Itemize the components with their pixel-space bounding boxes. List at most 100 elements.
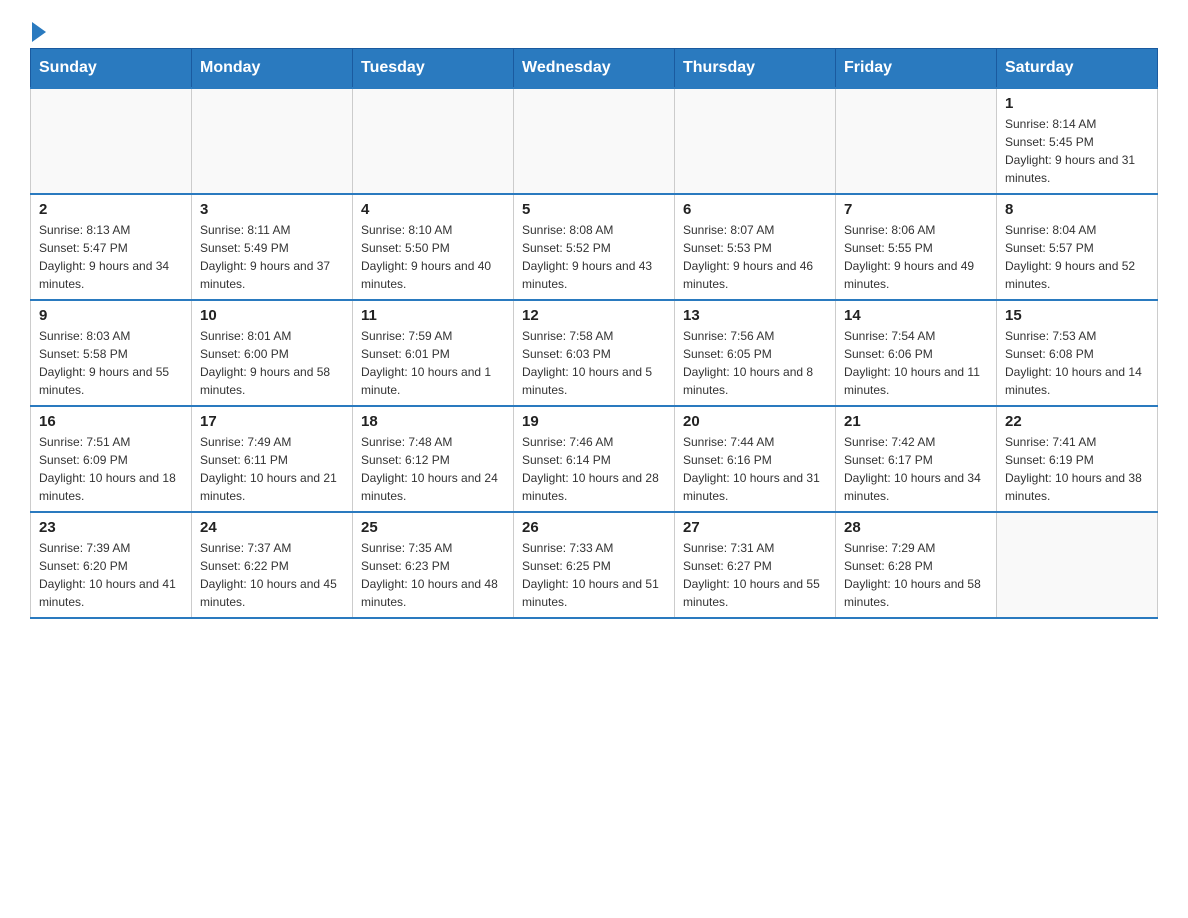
day-info: Sunrise: 7:33 AMSunset: 6:25 PMDaylight:…	[522, 539, 666, 611]
calendar-table: SundayMondayTuesdayWednesdayThursdayFrid…	[30, 48, 1158, 619]
day-info: Sunrise: 7:44 AMSunset: 6:16 PMDaylight:…	[683, 433, 827, 505]
calendar-cell: 12 Sunrise: 7:58 AMSunset: 6:03 PMDayligh…	[514, 300, 675, 406]
calendar-week-2: 9 Sunrise: 8:03 AMSunset: 5:58 PMDaylight…	[31, 300, 1158, 406]
calendar-cell: 23 Sunrise: 7:39 AMSunset: 6:20 PMDayligh…	[31, 512, 192, 618]
day-info: Sunrise: 7:35 AMSunset: 6:23 PMDaylight:…	[361, 539, 505, 611]
day-info: Sunrise: 7:48 AMSunset: 6:12 PMDaylight:…	[361, 433, 505, 505]
day-info: Sunrise: 8:06 AMSunset: 5:55 PMDaylight:…	[844, 221, 988, 293]
day-number: 3	[200, 201, 344, 218]
logo	[30, 20, 46, 38]
day-header-sunday: Sunday	[31, 49, 192, 89]
calendar-week-4: 23 Sunrise: 7:39 AMSunset: 6:20 PMDayligh…	[31, 512, 1158, 618]
day-header-saturday: Saturday	[997, 49, 1158, 89]
day-info: Sunrise: 7:41 AMSunset: 6:19 PMDaylight:…	[1005, 433, 1149, 505]
day-info: Sunrise: 7:46 AMSunset: 6:14 PMDaylight:…	[522, 433, 666, 505]
day-number: 22	[1005, 413, 1149, 430]
day-header-friday: Friday	[836, 49, 997, 89]
day-info: Sunrise: 7:51 AMSunset: 6:09 PMDaylight:…	[39, 433, 183, 505]
calendar-cell: 17 Sunrise: 7:49 AMSunset: 6:11 PMDayligh…	[192, 406, 353, 512]
day-header-thursday: Thursday	[675, 49, 836, 89]
calendar-header-row: SundayMondayTuesdayWednesdayThursdayFrid…	[31, 49, 1158, 89]
calendar-cell	[675, 88, 836, 194]
day-info: Sunrise: 7:56 AMSunset: 6:05 PMDaylight:…	[683, 327, 827, 399]
day-info: Sunrise: 7:39 AMSunset: 6:20 PMDaylight:…	[39, 539, 183, 611]
calendar-cell	[192, 88, 353, 194]
calendar-cell: 14 Sunrise: 7:54 AMSunset: 6:06 PMDayligh…	[836, 300, 997, 406]
calendar-cell: 20 Sunrise: 7:44 AMSunset: 6:16 PMDayligh…	[675, 406, 836, 512]
calendar-cell: 26 Sunrise: 7:33 AMSunset: 6:25 PMDayligh…	[514, 512, 675, 618]
calendar-cell: 21 Sunrise: 7:42 AMSunset: 6:17 PMDayligh…	[836, 406, 997, 512]
calendar-cell: 15Sunrise: 7:53 AMSunset: 6:08 PMDayligh…	[997, 300, 1158, 406]
day-info: Sunrise: 7:37 AMSunset: 6:22 PMDaylight:…	[200, 539, 344, 611]
day-number: 13	[683, 307, 827, 324]
day-number: 11	[361, 307, 505, 324]
calendar-cell: 16Sunrise: 7:51 AMSunset: 6:09 PMDayligh…	[31, 406, 192, 512]
calendar-cell	[31, 88, 192, 194]
day-number: 4	[361, 201, 505, 218]
day-number: 10	[200, 307, 344, 324]
day-info: Sunrise: 8:13 AMSunset: 5:47 PMDaylight:…	[39, 221, 183, 293]
calendar-cell: 9 Sunrise: 8:03 AMSunset: 5:58 PMDaylight…	[31, 300, 192, 406]
calendar-cell: 24 Sunrise: 7:37 AMSunset: 6:22 PMDayligh…	[192, 512, 353, 618]
calendar-week-3: 16Sunrise: 7:51 AMSunset: 6:09 PMDayligh…	[31, 406, 1158, 512]
day-number: 25	[361, 519, 505, 536]
calendar-cell	[353, 88, 514, 194]
calendar-cell: 19 Sunrise: 7:46 AMSunset: 6:14 PMDayligh…	[514, 406, 675, 512]
day-info: Sunrise: 7:58 AMSunset: 6:03 PMDaylight:…	[522, 327, 666, 399]
calendar-cell: 8Sunrise: 8:04 AMSunset: 5:57 PMDaylight…	[997, 194, 1158, 300]
calendar-cell: 28 Sunrise: 7:29 AMSunset: 6:28 PMDayligh…	[836, 512, 997, 618]
day-number: 12	[522, 307, 666, 324]
calendar-cell: 1 Sunrise: 8:14 AMSunset: 5:45 PMDaylight…	[997, 88, 1158, 194]
day-number: 2	[39, 201, 183, 218]
day-number: 26	[522, 519, 666, 536]
day-number: 14	[844, 307, 988, 324]
calendar-cell	[997, 512, 1158, 618]
day-number: 20	[683, 413, 827, 430]
day-header-monday: Monday	[192, 49, 353, 89]
calendar-cell: 22 Sunrise: 7:41 AMSunset: 6:19 PMDayligh…	[997, 406, 1158, 512]
day-info: Sunrise: 7:29 AMSunset: 6:28 PMDaylight:…	[844, 539, 988, 611]
calendar-cell: 3 Sunrise: 8:11 AMSunset: 5:49 PMDaylight…	[192, 194, 353, 300]
day-number: 15	[1005, 307, 1149, 324]
calendar-cell	[514, 88, 675, 194]
calendar-cell: 25 Sunrise: 7:35 AMSunset: 6:23 PMDayligh…	[353, 512, 514, 618]
day-number: 27	[683, 519, 827, 536]
calendar-cell: 2 Sunrise: 8:13 AMSunset: 5:47 PMDaylight…	[31, 194, 192, 300]
calendar-cell: 11 Sunrise: 7:59 AMSunset: 6:01 PMDayligh…	[353, 300, 514, 406]
day-number: 1	[1005, 95, 1149, 112]
calendar-cell: 10Sunrise: 8:01 AMSunset: 6:00 PMDayligh…	[192, 300, 353, 406]
day-number: 23	[39, 519, 183, 536]
day-number: 9	[39, 307, 183, 324]
calendar-cell: 13 Sunrise: 7:56 AMSunset: 6:05 PMDayligh…	[675, 300, 836, 406]
calendar-cell	[836, 88, 997, 194]
day-info: Sunrise: 8:11 AMSunset: 5:49 PMDaylight:…	[200, 221, 344, 293]
day-number: 17	[200, 413, 344, 430]
calendar-cell: 6 Sunrise: 8:07 AMSunset: 5:53 PMDaylight…	[675, 194, 836, 300]
logo-arrow-icon	[32, 22, 46, 42]
day-info: Sunrise: 8:07 AMSunset: 5:53 PMDaylight:…	[683, 221, 827, 293]
calendar-week-0: 1 Sunrise: 8:14 AMSunset: 5:45 PMDaylight…	[31, 88, 1158, 194]
day-info: Sunrise: 7:54 AMSunset: 6:06 PMDaylight:…	[844, 327, 988, 399]
day-number: 28	[844, 519, 988, 536]
day-number: 21	[844, 413, 988, 430]
day-info: Sunrise: 7:49 AMSunset: 6:11 PMDaylight:…	[200, 433, 344, 505]
day-info: Sunrise: 7:31 AMSunset: 6:27 PMDaylight:…	[683, 539, 827, 611]
calendar-cell: 18 Sunrise: 7:48 AMSunset: 6:12 PMDayligh…	[353, 406, 514, 512]
calendar-cell: 7 Sunrise: 8:06 AMSunset: 5:55 PMDaylight…	[836, 194, 997, 300]
day-info: Sunrise: 8:14 AMSunset: 5:45 PMDaylight:…	[1005, 115, 1149, 187]
day-number: 5	[522, 201, 666, 218]
day-number: 7	[844, 201, 988, 218]
page-header	[30, 20, 1158, 38]
calendar-cell: 27 Sunrise: 7:31 AMSunset: 6:27 PMDayligh…	[675, 512, 836, 618]
day-number: 24	[200, 519, 344, 536]
day-info: Sunrise: 8:10 AMSunset: 5:50 PMDaylight:…	[361, 221, 505, 293]
day-number: 19	[522, 413, 666, 430]
day-info: Sunrise: 7:59 AMSunset: 6:01 PMDaylight:…	[361, 327, 505, 399]
calendar-cell: 5Sunrise: 8:08 AMSunset: 5:52 PMDaylight…	[514, 194, 675, 300]
day-info: Sunrise: 7:42 AMSunset: 6:17 PMDaylight:…	[844, 433, 988, 505]
day-number: 18	[361, 413, 505, 430]
day-number: 6	[683, 201, 827, 218]
day-info: Sunrise: 8:03 AMSunset: 5:58 PMDaylight:…	[39, 327, 183, 399]
day-header-tuesday: Tuesday	[353, 49, 514, 89]
day-header-wednesday: Wednesday	[514, 49, 675, 89]
